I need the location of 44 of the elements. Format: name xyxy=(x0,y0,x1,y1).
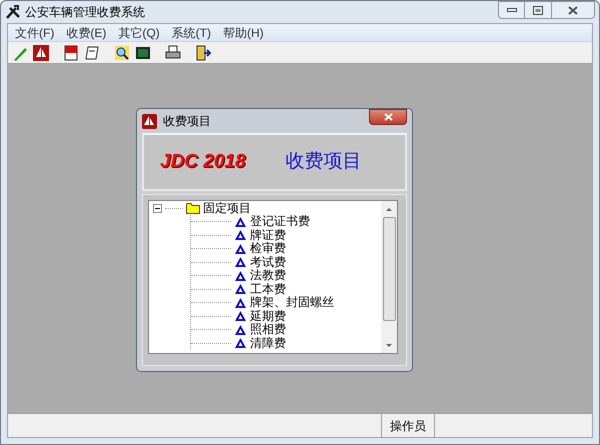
tree-item[interactable]: 检审费 xyxy=(250,242,286,256)
triangle-icon xyxy=(235,298,246,308)
window-title: 公安车辆管理收费系统 xyxy=(25,4,145,21)
triangle-icon xyxy=(235,244,246,254)
folder-icon xyxy=(186,202,200,214)
sailboat-icon[interactable] xyxy=(31,42,51,62)
triangle-icon xyxy=(235,257,246,268)
triangle-icon xyxy=(235,230,246,240)
tree-item[interactable]: 清障费 xyxy=(250,336,286,350)
minimize-button[interactable] xyxy=(498,1,525,19)
minimize-icon xyxy=(506,8,516,12)
triangle-icon xyxy=(235,324,246,335)
triangle-icon xyxy=(235,284,246,294)
menu-item[interactable]: 系统(T) xyxy=(166,24,216,42)
maximize-button[interactable] xyxy=(525,1,551,19)
menu-item[interactable]: 收费(E) xyxy=(61,24,112,42)
tree-item[interactable]: 牌架、封固螺丝 xyxy=(250,296,334,310)
tree-item[interactable]: 工本费 xyxy=(250,282,286,296)
tree-item[interactable]: 法教费 xyxy=(250,269,286,282)
scroll-thumb[interactable] xyxy=(382,217,396,321)
triangle-icon xyxy=(235,270,246,281)
close-button[interactable] xyxy=(369,109,407,125)
triangle-icon xyxy=(235,338,246,348)
sailboat-icon xyxy=(142,114,157,128)
tree-item[interactable]: 考试费 xyxy=(250,256,286,269)
menu-item[interactable]: 其它(Q) xyxy=(113,24,165,42)
tree-item[interactable]: 登记证书费 xyxy=(250,215,310,228)
maximize-icon xyxy=(533,6,543,14)
tree-item[interactable]: 延期费 xyxy=(250,310,286,323)
triangle-icon xyxy=(235,216,246,227)
status-text: 操作员 xyxy=(389,418,427,434)
close-icon xyxy=(384,113,392,121)
close-icon xyxy=(568,6,578,14)
collapse-icon[interactable] xyxy=(153,204,162,212)
dialog-title: 收费项目 xyxy=(163,113,211,130)
tree-item[interactable]: 牌证费 xyxy=(250,228,286,242)
menu-item[interactable]: 帮助(H) xyxy=(218,24,269,42)
close-button[interactable] xyxy=(551,1,595,19)
menu-item[interactable]: 文件(F) xyxy=(10,24,60,42)
tree-item[interactable]: 固定项目 xyxy=(203,201,251,215)
banner-heading: 收费项目 xyxy=(286,150,362,174)
brand-text: JDC 2018 xyxy=(160,150,246,174)
tree-item[interactable]: 照相费 xyxy=(250,323,286,336)
triangle-icon xyxy=(235,311,246,322)
